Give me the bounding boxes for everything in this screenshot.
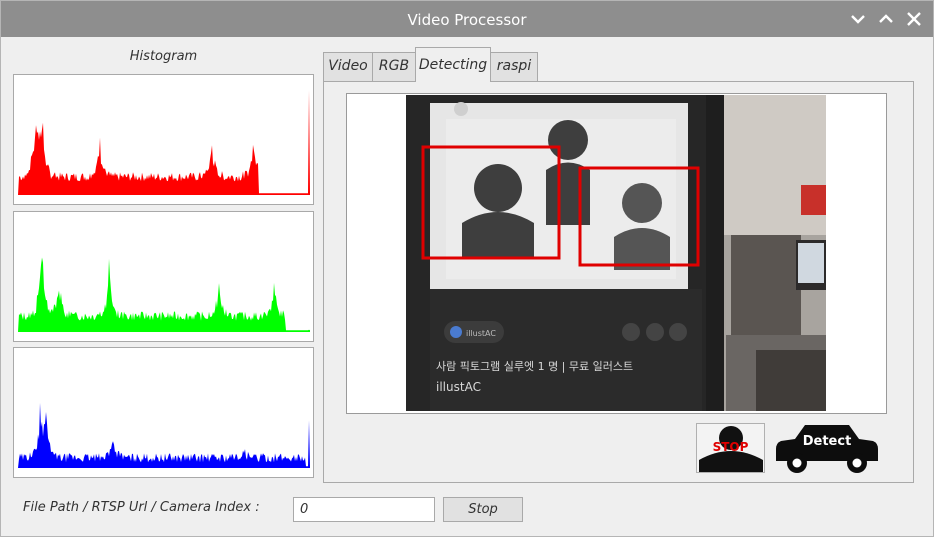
histogram-label: Histogram	[129, 49, 198, 64]
video-processor-window: Video Processor Histogram Video RGB Dete…	[0, 0, 934, 537]
histogram-blue-area	[16, 402, 310, 468]
histogram-red-area	[16, 90, 310, 195]
video-view: illustAC 사람 픽토그램 실루엣 1 명 | 무료 일러스트 illus…	[406, 95, 826, 411]
tab-detecting[interactable]: Detecting	[415, 47, 491, 82]
tab-rgb[interactable]: RGB	[372, 52, 416, 81]
histogram-blue	[13, 347, 314, 478]
source-path-label: File Path / RTSP Url / Camera Index :	[23, 500, 260, 515]
histogram-red-plot	[16, 90, 310, 195]
camera-frame-image: illustAC 사람 픽토그램 실루엣 1 명 | 무료 일러스트 illus…	[406, 95, 826, 411]
stop-button[interactable]: Stop	[443, 497, 523, 522]
histogram-blue-plot	[16, 402, 310, 468]
source-path-input[interactable]	[293, 497, 435, 522]
chevron-down-icon	[851, 15, 865, 24]
maximize-button[interactable]	[877, 10, 895, 28]
title-bar[interactable]: Video Processor	[1, 1, 933, 37]
tab-raspi[interactable]: raspi	[490, 52, 538, 81]
video-frame: illustAC 사람 픽토그램 실루엣 1 명 | 무료 일러스트 illus…	[346, 93, 887, 414]
overlay-badge: illustAC	[466, 329, 496, 338]
minimize-button[interactable]	[849, 10, 867, 28]
tab-video[interactable]: Video	[323, 52, 373, 81]
histogram-green-plot	[16, 257, 310, 332]
histogram-green-area	[16, 257, 310, 332]
stop-person-button[interactable]: STOP	[696, 423, 765, 473]
stop-icon-label: STOP	[712, 440, 749, 454]
detect-label: Detect	[802, 434, 852, 449]
histogram-green	[13, 211, 314, 342]
close-button[interactable]	[905, 10, 923, 28]
histogram-red	[13, 74, 314, 205]
close-icon	[907, 12, 921, 26]
overlay-text-line1: 사람 픽토그램 실루엣 1 명 | 무료 일러스트	[436, 359, 633, 373]
detect-button[interactable]: Detect	[775, 421, 879, 474]
overlay-text-line2: illustAC	[436, 380, 481, 394]
window-title: Video Processor	[407, 11, 527, 29]
chevron-up-icon	[879, 14, 893, 23]
detecting-tab-panel: illustAC 사람 픽토그램 실루엣 1 명 | 무료 일러스트 illus…	[323, 81, 914, 483]
